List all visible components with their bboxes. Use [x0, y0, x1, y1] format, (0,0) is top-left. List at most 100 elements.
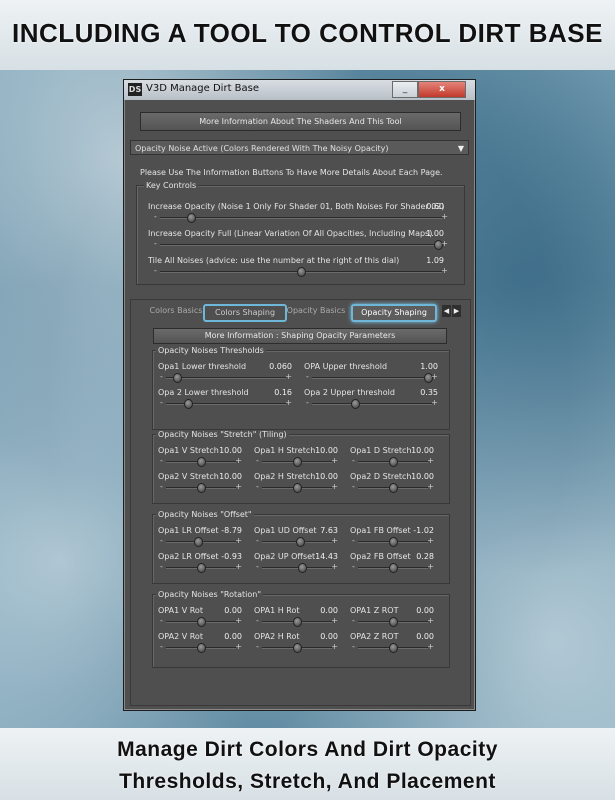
thresholds-slider-1-1-plus-icon[interactable]: +: [431, 398, 438, 407]
key-control-slider-2-minus-icon[interactable]: -: [154, 266, 157, 275]
thresholds-slider-0-1[interactable]: - +: [306, 372, 438, 383]
stretch-slider-0-2-minus-icon[interactable]: -: [352, 456, 355, 465]
rotation-slider-0-0-plus-icon[interactable]: +: [235, 616, 242, 625]
rotation-slider-0-2-minus-icon[interactable]: -: [352, 616, 355, 625]
thresholds-slider-0-1-plus-icon[interactable]: +: [431, 372, 438, 381]
thresholds-slider-0-0-minus-icon[interactable]: -: [160, 372, 163, 381]
stretch-slider-1-1-plus-icon[interactable]: +: [331, 482, 338, 491]
offset-slider-0-2[interactable]: - +: [352, 536, 434, 547]
rotation-slider-0-1-knob[interactable]: [293, 617, 302, 627]
stretch-slider-1-1-knob[interactable]: [293, 483, 302, 493]
offset-slider-0-1-minus-icon[interactable]: -: [256, 536, 259, 545]
stretch-slider-0-0-plus-icon[interactable]: +: [235, 456, 242, 465]
rotation-slider-1-2-knob[interactable]: [389, 643, 398, 653]
tab-prev-arrow-icon[interactable]: ◀: [442, 305, 451, 317]
stretch-slider-1-0[interactable]: - +: [160, 482, 242, 493]
rotation-slider-1-1-minus-icon[interactable]: -: [256, 642, 259, 651]
rotation-slider-1-2-plus-icon[interactable]: +: [427, 642, 434, 651]
rotation-slider-1-0-knob[interactable]: [197, 643, 206, 653]
stretch-slider-0-0-knob[interactable]: [197, 457, 206, 467]
thresholds-slider-1-0[interactable]: - +: [160, 398, 292, 409]
offset-slider-1-2-plus-icon[interactable]: +: [427, 562, 434, 571]
stretch-slider-0-1-plus-icon[interactable]: +: [331, 456, 338, 465]
offset-slider-0-1-plus-icon[interactable]: +: [331, 536, 338, 545]
thresholds-slider-1-0-minus-icon[interactable]: -: [160, 398, 163, 407]
rotation-slider-0-0-minus-icon[interactable]: -: [160, 616, 163, 625]
thresholds-slider-1-1-minus-icon[interactable]: -: [306, 398, 309, 407]
rotation-slider-1-1-knob[interactable]: [293, 643, 302, 653]
key-control-slider-0-plus-icon[interactable]: +: [441, 212, 448, 221]
offset-slider-0-0-knob[interactable]: [194, 537, 203, 547]
rotation-slider-1-0[interactable]: - +: [160, 642, 242, 653]
key-control-slider-0[interactable]: - +: [154, 212, 448, 223]
key-control-slider-1-plus-icon[interactable]: +: [441, 239, 448, 248]
thresholds-slider-1-0-knob[interactable]: [184, 399, 193, 409]
rotation-slider-1-1-plus-icon[interactable]: +: [331, 642, 338, 651]
rotation-slider-0-1[interactable]: - +: [256, 616, 338, 627]
rotation-slider-1-0-minus-icon[interactable]: -: [160, 642, 163, 651]
tab-opacity-basics[interactable]: Opacity Basics: [283, 304, 349, 318]
offset-slider-1-2[interactable]: - +: [352, 562, 434, 573]
offset-slider-1-1-minus-icon[interactable]: -: [256, 562, 259, 571]
offset-slider-0-2-plus-icon[interactable]: +: [427, 536, 434, 545]
rotation-slider-0-2-knob[interactable]: [389, 617, 398, 627]
stretch-slider-1-2-plus-icon[interactable]: +: [427, 482, 434, 491]
offset-slider-1-1-plus-icon[interactable]: +: [331, 562, 338, 571]
offset-slider-1-0-minus-icon[interactable]: -: [160, 562, 163, 571]
offset-slider-0-2-knob[interactable]: [389, 537, 398, 547]
stretch-slider-0-0-minus-icon[interactable]: -: [160, 456, 163, 465]
offset-slider-1-2-knob[interactable]: [389, 563, 398, 573]
stretch-slider-1-1-minus-icon[interactable]: -: [256, 482, 259, 491]
key-control-slider-2[interactable]: - +: [154, 266, 448, 277]
rotation-slider-1-2-minus-icon[interactable]: -: [352, 642, 355, 651]
key-control-slider-0-minus-icon[interactable]: -: [154, 212, 157, 221]
shaping-info-button[interactable]: More Information : Shaping Opacity Param…: [153, 328, 447, 344]
title-bar[interactable]: DS V3D Manage Dirt Base _ x: [124, 80, 475, 100]
stretch-slider-1-2-minus-icon[interactable]: -: [352, 482, 355, 491]
offset-slider-1-1[interactable]: - +: [256, 562, 338, 573]
stretch-slider-0-1-knob[interactable]: [293, 457, 302, 467]
thresholds-slider-0-0-plus-icon[interactable]: +: [285, 372, 292, 381]
tab-colors-shaping[interactable]: Colors Shaping: [203, 304, 287, 322]
thresholds-slider-0-0[interactable]: - +: [160, 372, 292, 383]
key-control-slider-2-knob[interactable]: [297, 267, 306, 277]
minimize-button[interactable]: _: [392, 81, 418, 98]
tab-next-arrow-icon[interactable]: ▶: [452, 305, 461, 317]
rotation-slider-0-2[interactable]: - +: [352, 616, 434, 627]
key-control-slider-1[interactable]: - +: [154, 239, 448, 250]
thresholds-slider-1-0-plus-icon[interactable]: +: [285, 398, 292, 407]
rotation-slider-0-0[interactable]: - +: [160, 616, 242, 627]
stretch-slider-1-2[interactable]: - +: [352, 482, 434, 493]
offset-slider-1-2-minus-icon[interactable]: -: [352, 562, 355, 571]
offset-slider-0-0-minus-icon[interactable]: -: [160, 536, 163, 545]
stretch-slider-1-2-knob[interactable]: [389, 483, 398, 493]
stretch-slider-0-2[interactable]: - +: [352, 456, 434, 467]
thresholds-slider-1-1[interactable]: - +: [306, 398, 438, 409]
stretch-slider-0-0[interactable]: - +: [160, 456, 242, 467]
stretch-slider-0-2-plus-icon[interactable]: +: [427, 456, 434, 465]
thresholds-slider-0-0-knob[interactable]: [173, 373, 182, 383]
thresholds-slider-0-1-minus-icon[interactable]: -: [306, 372, 309, 381]
offset-slider-1-1-knob[interactable]: [298, 563, 307, 573]
offset-slider-0-1[interactable]: - +: [256, 536, 338, 547]
rotation-slider-1-2[interactable]: - +: [352, 642, 434, 653]
offset-slider-1-0-plus-icon[interactable]: +: [235, 562, 242, 571]
offset-slider-0-0-plus-icon[interactable]: +: [235, 536, 242, 545]
stretch-slider-1-0-minus-icon[interactable]: -: [160, 482, 163, 491]
rotation-slider-0-2-plus-icon[interactable]: +: [427, 616, 434, 625]
stretch-slider-0-1-minus-icon[interactable]: -: [256, 456, 259, 465]
key-control-slider-0-knob[interactable]: [187, 213, 196, 223]
stretch-slider-0-2-knob[interactable]: [389, 457, 398, 467]
offset-slider-1-0-knob[interactable]: [197, 563, 206, 573]
close-button[interactable]: x: [418, 81, 466, 98]
rotation-slider-0-1-minus-icon[interactable]: -: [256, 616, 259, 625]
rotation-slider-1-0-plus-icon[interactable]: +: [235, 642, 242, 651]
offset-slider-0-1-knob[interactable]: [296, 537, 305, 547]
tab-opacity-shaping[interactable]: Opacity Shaping: [351, 304, 437, 322]
rotation-slider-0-0-knob[interactable]: [197, 617, 206, 627]
rotation-slider-1-1[interactable]: - +: [256, 642, 338, 653]
tab-colors-basics[interactable]: Colors Basics: [145, 304, 207, 318]
stretch-slider-1-1[interactable]: - +: [256, 482, 338, 493]
stretch-slider-1-0-knob[interactable]: [197, 483, 206, 493]
rotation-slider-0-1-plus-icon[interactable]: +: [331, 616, 338, 625]
